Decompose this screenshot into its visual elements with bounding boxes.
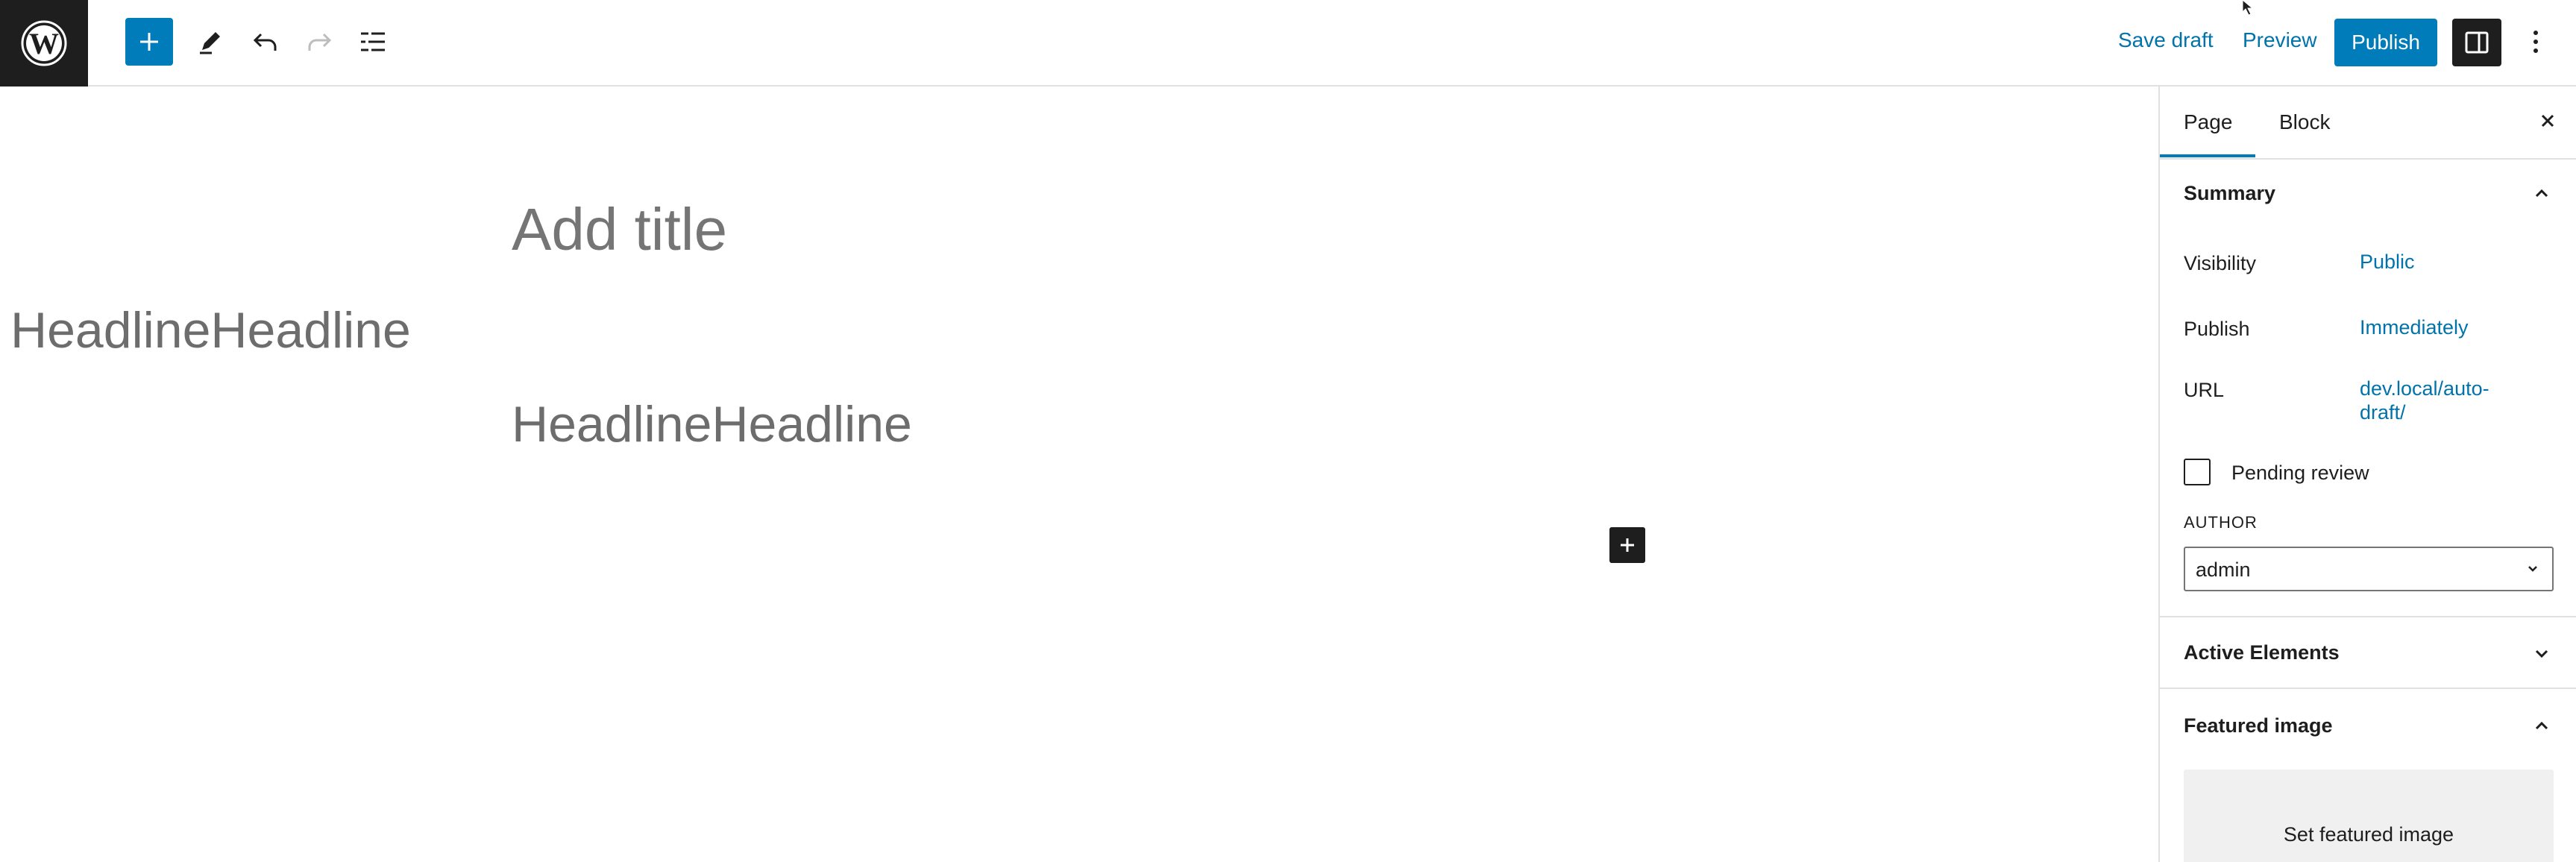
chevron-up-icon [2530, 714, 2554, 738]
url-value[interactable]: dev.local/auto- draft/ [2360, 377, 2489, 424]
sidebar-toggle-icon [2463, 29, 2490, 56]
mouse-cursor-icon [2241, 0, 2258, 16]
tab-page[interactable]: Page [2184, 110, 2232, 134]
redo-icon [304, 27, 334, 57]
url-value-line2: draft/ [2360, 401, 2406, 424]
wordpress-logo-button[interactable]: W [0, 0, 88, 86]
undo-button[interactable] [248, 24, 283, 60]
url-label: URL [2184, 379, 2225, 401]
vertical-ellipsis-icon [2532, 28, 2539, 55]
tab-block[interactable]: Block [2279, 110, 2330, 134]
headline-block-side[interactable]: HeadlineHeadline [10, 301, 411, 359]
close-sidebar-button[interactable] [2536, 109, 2560, 133]
chevron-up-icon [2530, 182, 2554, 206]
save-draft-button[interactable]: Save draft [2118, 28, 2214, 52]
pending-review-checkbox[interactable] [2184, 459, 2211, 485]
chevron-down-icon [2522, 559, 2543, 579]
set-featured-image-label: Set featured image [2283, 823, 2454, 846]
block-inserter-button[interactable] [125, 18, 173, 66]
close-icon [2539, 112, 2557, 130]
url-value-line1: dev.local/auto- [2360, 377, 2489, 400]
publish-button-label: Publish [2352, 31, 2420, 54]
featured-image-panel-toggle[interactable]: Featured image [2160, 690, 2576, 761]
active-elements-panel-toggle[interactable]: Active Elements [2160, 617, 2576, 688]
featured-image-panel-title: Featured image [2184, 714, 2333, 737]
panel-divider [2160, 688, 2576, 689]
list-view-button[interactable] [355, 24, 391, 60]
plus-icon [1618, 536, 1636, 554]
editor-toolbar: W Save draft Preview Publish [0, 0, 2576, 86]
active-elements-panel-title: Active Elements [2184, 641, 2340, 664]
chevron-down-icon [2530, 641, 2554, 665]
redo-button[interactable] [301, 24, 337, 60]
author-select[interactable]: admin [2184, 547, 2554, 591]
author-select-value: admin [2196, 559, 2251, 581]
wordpress-logo-icon: W [20, 19, 68, 67]
pencil-icon [195, 27, 225, 57]
preview-button[interactable]: Preview [2243, 28, 2317, 52]
set-featured-image-button[interactable]: Set featured image [2184, 770, 2554, 862]
sidebar-tabs: Page Block [2160, 86, 2576, 160]
tools-button[interactable] [192, 24, 228, 60]
author-label: AUTHOR [2184, 513, 2258, 532]
list-view-icon [358, 27, 388, 57]
settings-toggle-button[interactable] [2452, 19, 2501, 66]
publish-button[interactable]: Publish [2334, 19, 2437, 66]
post-title-input[interactable]: Add title [512, 195, 727, 264]
publish-date-value[interactable]: Immediately [2360, 315, 2469, 339]
visibility-label: Visibility [2184, 252, 2257, 274]
publish-label: Publish [2184, 318, 2250, 340]
summary-panel-title: Summary [2184, 182, 2276, 204]
headline-block[interactable]: HeadlineHeadline [512, 395, 912, 453]
active-tab-indicator [2160, 154, 2255, 157]
settings-sidebar: Page Block Summary Visibility Public Pub… [2158, 86, 2576, 862]
options-menu-button[interactable] [2521, 21, 2551, 63]
add-block-button[interactable] [1609, 527, 1645, 563]
undo-icon [251, 27, 280, 57]
plus-icon [138, 31, 160, 53]
summary-panel-toggle[interactable]: Summary [2160, 158, 2576, 228]
visibility-value[interactable]: Public [2360, 250, 2415, 274]
svg-text:W: W [29, 27, 59, 60]
pending-review-label: Pending review [2231, 462, 2369, 484]
